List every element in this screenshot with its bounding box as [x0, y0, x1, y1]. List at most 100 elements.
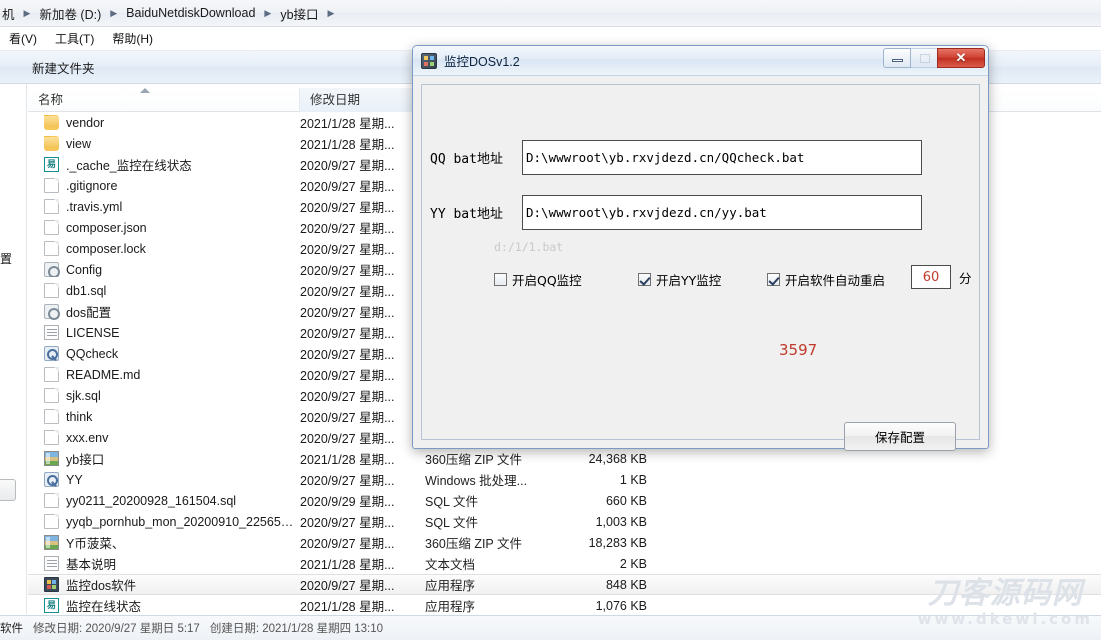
file-size-cell: 660 KB [545, 494, 655, 508]
file-name-label: LICENSE [66, 326, 120, 340]
breadcrumb-item-1[interactable]: 新加卷 (D:) [37, 4, 103, 23]
yy-monitor-checkbox[interactable] [638, 273, 651, 286]
minimize-icon [892, 59, 903, 62]
menu-item-tools[interactable]: 工具(T) [46, 28, 103, 49]
doc-icon [44, 430, 59, 445]
yy-bat-input[interactable] [522, 195, 922, 230]
script-icon [44, 346, 59, 361]
column-header-name[interactable]: 名称 [28, 88, 300, 112]
bat-path-hint: d:/1/1.bat [494, 240, 563, 254]
file-name-cell[interactable]: YY [28, 472, 300, 487]
breadcrumb[interactable]: 机 ▶ 新加卷 (D:) ▶ BaiduNetdiskDownload ▶ yb… [0, 0, 1101, 27]
file-name-cell[interactable]: db1.sql [28, 283, 300, 298]
file-name-cell[interactable]: sjk.sql [28, 388, 300, 403]
file-name-cell[interactable]: vendor [28, 115, 300, 130]
doc-icon [44, 409, 59, 424]
qq-monitor-checkbox-row[interactable]: 开启QQ监控 [494, 270, 582, 289]
file-name-cell[interactable]: .gitignore [28, 178, 300, 193]
file-name-label: README.md [66, 368, 140, 382]
breadcrumb-item-0[interactable]: 机 [0, 4, 17, 23]
menu-item-view[interactable]: 看(V) [0, 28, 46, 49]
menu-item-help[interactable]: 帮助(H) [103, 28, 162, 49]
table-row[interactable]: yb接口2021/1/28 星期...360压缩 ZIP 文件24,368 KB [28, 448, 1101, 469]
file-name-cell[interactable]: README.md [28, 367, 300, 382]
file-type-cell: SQL 文件 [425, 491, 545, 510]
txt-icon [44, 556, 59, 571]
file-name-cell[interactable]: xxx.env [28, 430, 300, 445]
table-row[interactable]: 易监控在线状态2021/1/28 星期...应用程序1,076 KB [28, 595, 1101, 615]
file-name-cell[interactable]: 监控dos软件 [28, 575, 300, 594]
file-name-cell[interactable]: yyqb_pornhub_mon_20200910_22565… [28, 514, 300, 529]
doc-icon [44, 220, 59, 235]
file-name-cell[interactable]: 基本说明 [28, 554, 300, 573]
doc-icon [44, 388, 59, 403]
file-name-label: YY [66, 473, 83, 487]
script-icon [44, 472, 59, 487]
eprog-icon: 易 [44, 598, 59, 613]
file-date-cell: 2021/1/28 星期... [300, 134, 425, 153]
app-icon [421, 53, 437, 69]
table-row[interactable]: 基本说明2021/1/28 星期...文本文档2 KB [28, 553, 1101, 574]
breadcrumb-item-2[interactable]: BaiduNetdiskDownload [124, 6, 257, 20]
maximize-button[interactable] [910, 48, 938, 68]
table-row[interactable]: yyqb_pornhub_mon_20200910_22565…2020/9/2… [28, 511, 1101, 532]
file-name-cell[interactable]: think [28, 409, 300, 424]
table-row[interactable]: yy0211_20200928_161504.sql2020/9/29 星期..… [28, 490, 1101, 511]
file-date-cell: 2020/9/27 星期... [300, 197, 425, 216]
qq-bat-input[interactable] [522, 140, 922, 175]
window-controls: ✕ [884, 48, 985, 68]
file-name-label: QQcheck [66, 347, 118, 361]
auto-restart-checkbox[interactable] [767, 273, 780, 286]
file-name-cell[interactable]: Y币菠菜、 [28, 533, 300, 552]
file-name-cell[interactable]: yb接口 [28, 449, 300, 468]
file-name-cell[interactable]: dos配置 [28, 302, 300, 321]
folder-icon [44, 115, 59, 130]
breadcrumb-separator-icon: ▶ [321, 8, 342, 19]
file-name-cell[interactable]: Config [28, 262, 300, 277]
file-name-cell[interactable]: view [28, 136, 300, 151]
yy-monitor-checkbox-row[interactable]: 开启YY监控 [638, 270, 721, 289]
file-name-cell[interactable]: composer.json [28, 220, 300, 235]
minimize-button[interactable] [883, 48, 911, 68]
status-created-date: 创建日期: 2021/1/28 星期四 13:10 [210, 620, 383, 636]
file-name-cell[interactable]: composer.lock [28, 241, 300, 256]
file-name-label: 监控dos软件 [66, 575, 136, 594]
save-config-button[interactable]: 保存配置 [844, 422, 956, 451]
file-date-cell: 2020/9/27 星期... [300, 239, 425, 258]
yy-monitor-label: 开启YY监控 [656, 270, 721, 289]
qq-monitor-label: 开启QQ监控 [512, 270, 582, 289]
file-name-cell[interactable]: 易监控在线状态 [28, 596, 300, 615]
interval-input[interactable]: 60 [911, 265, 951, 289]
file-date-cell: 2020/9/27 星期... [300, 365, 425, 384]
breadcrumb-item-3[interactable]: yb接口 [278, 4, 320, 23]
navigation-pane-button[interactable] [0, 479, 16, 501]
file-name-cell[interactable]: yy0211_20200928_161504.sql [28, 493, 300, 508]
file-name-label: vendor [66, 116, 104, 130]
close-button[interactable]: ✕ [937, 48, 985, 68]
file-name-cell[interactable]: LICENSE [28, 325, 300, 340]
file-date-cell: 2020/9/27 星期... [300, 281, 425, 300]
table-row[interactable]: YY2020/9/27 星期...Windows 批处理...1 KB [28, 469, 1101, 490]
file-date-cell: 2020/9/27 星期... [300, 407, 425, 426]
file-name-cell[interactable]: QQcheck [28, 346, 300, 361]
file-date-cell: 2020/9/27 星期... [300, 302, 425, 321]
file-name-label: db1.sql [66, 284, 106, 298]
file-size-cell: 848 KB [545, 578, 655, 592]
column-header-date[interactable]: 修改日期 [300, 88, 425, 112]
file-name-label: sjk.sql [66, 389, 101, 403]
txt-icon [44, 325, 59, 340]
new-folder-button[interactable]: 新建文件夹 [22, 55, 105, 80]
dialog-title-bar[interactable]: 监控DOSv1.2 ✕ [413, 46, 988, 76]
doc-icon [44, 514, 59, 529]
file-name-cell[interactable]: .travis.yml [28, 199, 300, 214]
auto-restart-checkbox-row[interactable]: 开启软件自动重启 [767, 270, 885, 289]
file-name-label: yyqb_pornhub_mon_20200910_22565… [66, 515, 293, 529]
table-row[interactable]: 监控dos软件2020/9/27 星期...应用程序848 KB [28, 574, 1101, 595]
screen: 机 ▶ 新加卷 (D:) ▶ BaiduNetdiskDownload ▶ yb… [0, 0, 1101, 640]
file-name-label: Config [66, 263, 102, 277]
table-row[interactable]: Y币菠菜、2020/9/27 星期...360压缩 ZIP 文件18,283 K… [28, 532, 1101, 553]
qq-monitor-checkbox[interactable] [494, 273, 507, 286]
file-name-label: yy0211_20200928_161504.sql [66, 494, 236, 508]
auto-restart-label: 开启软件自动重启 [785, 270, 885, 289]
file-name-cell[interactable]: 易._cache_监控在线状态 [28, 155, 300, 174]
